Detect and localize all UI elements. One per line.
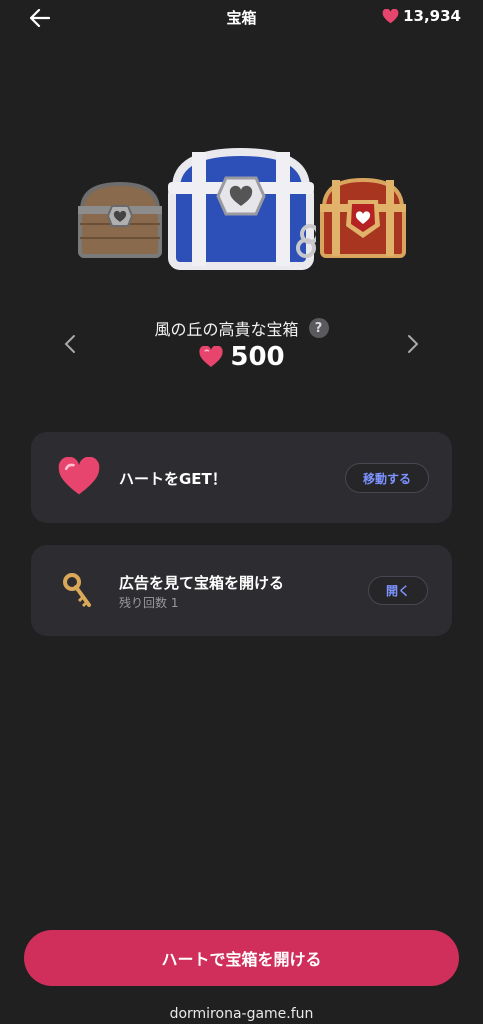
heart-icon <box>199 346 223 367</box>
open-button[interactable]: 開く <box>368 576 428 605</box>
ad-open-label: 広告を見て宝箱を開ける <box>119 574 285 592</box>
heart-count-value: 13,934 <box>403 7 461 25</box>
chest-carousel <box>0 140 483 280</box>
chest-price-value: 500 <box>230 342 285 372</box>
get-hearts-label: ハートをGET！ <box>119 470 227 488</box>
key-icon <box>63 573 91 608</box>
wooden-chest-image[interactable] <box>76 180 164 260</box>
ad-open-card: 広告を見て宝箱を開ける 残り回数 1 開く <box>31 545 452 636</box>
red-chest-image[interactable] <box>318 176 408 260</box>
get-hearts-card: ハートをGET！ 移動する <box>31 432 452 523</box>
footer-url: dormirona-game.fun <box>169 1006 314 1022</box>
chest-price: 500 <box>0 342 483 372</box>
heart-icon <box>58 457 100 495</box>
chest-name: 風の丘の高貴な宝箱 <box>154 320 299 339</box>
app-header: 宝箱 13,934 <box>0 0 483 36</box>
go-to-button[interactable]: 移動する <box>345 463 429 493</box>
remaining-count: 残り回数 1 <box>119 596 179 610</box>
open-chest-with-hearts-button[interactable]: ハートで宝箱を開ける <box>24 930 459 986</box>
heart-icon <box>382 8 399 23</box>
heart-balance: 13,934 <box>382 7 461 25</box>
chest-name-row: 風の丘の高貴な宝箱 ? <box>0 316 483 340</box>
help-icon[interactable]: ? <box>308 318 329 338</box>
blue-chest-image[interactable] <box>166 146 316 272</box>
